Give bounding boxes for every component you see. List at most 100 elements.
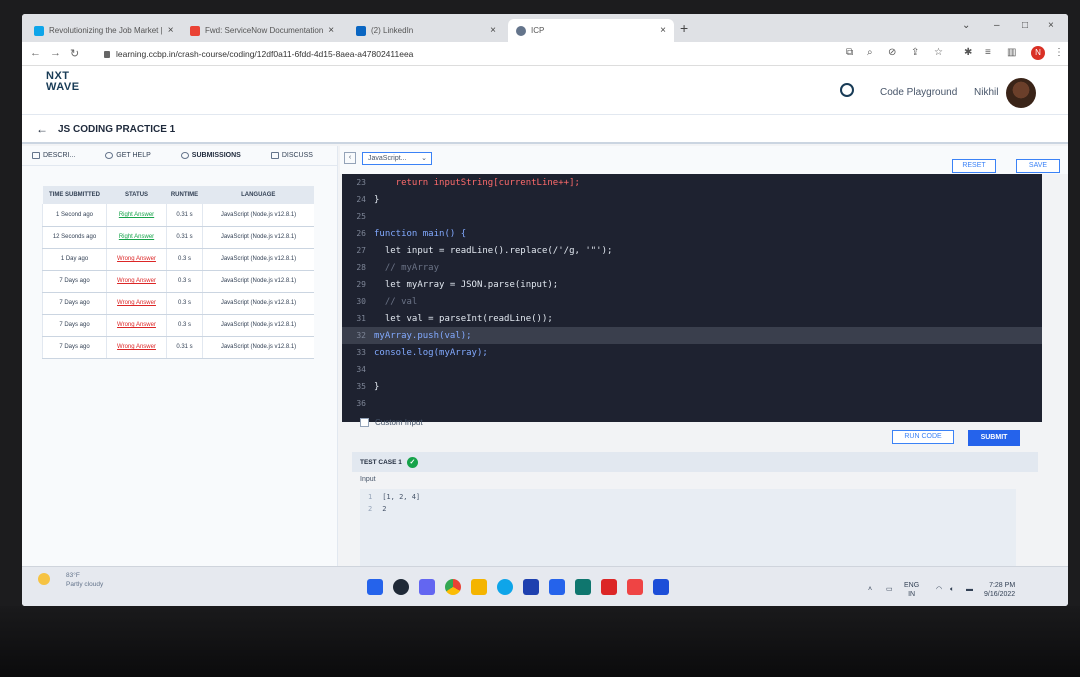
language-select[interactable]: JavaScript... ⌄ (362, 152, 432, 165)
zoom-icon[interactable]: ⌕ (867, 47, 873, 58)
left-panel: DESCRI... GET HELP SUBMISSIONS DISCUSS T… (22, 146, 338, 606)
tab-search-icon[interactable]: ⌄ (962, 20, 970, 31)
browser-tab[interactable]: Fwd: ServiceNow Documentation × (182, 19, 340, 42)
code-line[interactable]: 30 // val (342, 293, 1042, 310)
chat-icon[interactable] (419, 579, 435, 595)
close-icon[interactable]: × (660, 25, 666, 36)
profile-avatar[interactable]: N (1031, 46, 1045, 60)
cell-status[interactable]: Wrong Answer (106, 248, 167, 271)
collapse-panel-icon[interactable]: ‹ (344, 152, 356, 164)
windows-start-icon[interactable] (367, 579, 383, 595)
checkbox[interactable] (360, 418, 369, 427)
back-arrow-icon[interactable]: ← (36, 122, 48, 136)
close-icon[interactable]: × (328, 25, 334, 36)
code-text: } (374, 194, 380, 205)
open-in-app-icon[interactable]: ⧉ (846, 47, 853, 58)
code-line-highlighted[interactable]: 32 myArray.push(val); (342, 327, 1042, 344)
url-field[interactable]: learning.ccbp.in/crash-course/coding/12d… (104, 46, 644, 62)
cell-status[interactable]: Wrong Answer (106, 336, 167, 359)
tab-discuss[interactable]: DISCUSS (261, 146, 323, 165)
submit-button[interactable]: SUBMIT (968, 430, 1020, 446)
code-line[interactable]: 24 } (342, 191, 1042, 208)
close-icon[interactable]: × (490, 25, 496, 36)
code-playground-link[interactable]: Code Playground (880, 87, 957, 98)
chrome-icon[interactable] (445, 579, 461, 595)
tab-test-case-1[interactable]: TEST CASE 1 ✓ (360, 457, 418, 468)
bookmark-star-icon[interactable]: ☆ (934, 47, 943, 58)
stopwatch-icon[interactable] (840, 83, 854, 97)
office-icon[interactable] (627, 579, 643, 595)
cell-status[interactable]: Wrong Answer (106, 314, 167, 337)
language-indicator[interactable]: ENG IN (904, 581, 919, 599)
cell-status[interactable]: Right Answer (106, 226, 167, 249)
back-icon[interactable]: ← (30, 47, 41, 59)
store-icon[interactable] (523, 579, 539, 595)
edge-icon[interactable] (497, 579, 513, 595)
battery-icon[interactable]: ▬ (966, 585, 973, 594)
avatar[interactable] (1006, 78, 1036, 108)
minimize-icon[interactable]: – (994, 20, 1000, 31)
tab-get-help[interactable]: GET HELP (95, 146, 161, 165)
maximize-icon[interactable]: □ (1022, 20, 1028, 31)
save-button[interactable]: SAVE (1016, 159, 1060, 173)
mcafee-icon[interactable] (601, 579, 617, 595)
code-line[interactable]: 28 // myArray (342, 259, 1042, 276)
table-row[interactable]: 1 Second ago Right Answer 0.31 s JavaScr… (42, 204, 314, 227)
browser-tab-active[interactable]: ICP × (508, 19, 674, 42)
user-name[interactable]: Nikhil (974, 87, 998, 98)
code-line[interactable]: 25 (342, 208, 1042, 225)
code-editor[interactable]: 23 return inputString[currentLine++]; 24… (342, 174, 1042, 422)
browser-tab[interactable]: (2) LinkedIn × (348, 19, 504, 42)
cell-runtime: 0.3 s (166, 292, 203, 315)
side-panel-icon[interactable]: ▥ (1007, 47, 1016, 58)
taskbar-clock[interactable]: 7:28 PM 9/16/2022 (984, 581, 1015, 599)
table-row[interactable]: 7 Days ago Wrong Answer 0.3 s JavaScript… (42, 270, 314, 293)
nxtwave-logo[interactable]: NXT WAVE (46, 71, 80, 93)
folder-icon[interactable] (471, 579, 487, 595)
table-row[interactable]: 12 Seconds ago Right Answer 0.31 s JavaS… (42, 226, 314, 249)
table-row[interactable]: 7 Days ago Wrong Answer 0.3 s JavaScript… (42, 314, 314, 337)
chevron-up-icon[interactable]: ˄ (868, 585, 872, 594)
cell-status[interactable]: Right Answer (106, 204, 167, 227)
close-window-icon[interactable]: × (1048, 20, 1054, 31)
volume-icon[interactable]: 🔈︎ (950, 585, 954, 594)
menu-icon[interactable]: ⋮ (1054, 47, 1064, 58)
tab-description[interactable]: DESCRI... (22, 146, 85, 165)
cell-status[interactable]: Wrong Answer (106, 270, 167, 293)
new-tab-button[interactable]: + (680, 20, 688, 36)
code-line[interactable]: 31 let val = parseInt(readLine()); (342, 310, 1042, 327)
code-line[interactable]: 33 console.log(myArray); (342, 344, 1042, 361)
code-line[interactable]: 23 return inputString[currentLine++]; (342, 174, 1042, 191)
word-icon[interactable] (653, 579, 669, 595)
forward-icon[interactable]: → (50, 47, 61, 59)
table-row[interactable]: 7 Days ago Wrong Answer 0.3 s JavaScript… (42, 292, 314, 315)
mail-icon[interactable] (549, 579, 565, 595)
close-icon[interactable]: × (168, 25, 174, 36)
table-row[interactable]: 7 Days ago Wrong Answer 0.31 s JavaScrip… (42, 336, 314, 359)
code-line[interactable]: 36 (342, 395, 1042, 412)
custom-input-toggle[interactable]: Custom Input (360, 418, 423, 427)
weather-widget[interactable]: 83°F Partly cloudy (66, 571, 103, 589)
line-number: 24 (356, 195, 366, 204)
code-line[interactable]: 26 function main() { (342, 225, 1042, 242)
eye-off-icon[interactable]: ⊘ (888, 47, 896, 58)
reload-icon[interactable]: ↻ (70, 47, 79, 60)
weather-sun-icon[interactable] (38, 573, 50, 585)
tab-submissions[interactable]: SUBMISSIONS (171, 146, 251, 165)
browser-tab[interactable]: Revolutionizing the Job Market | × (26, 19, 178, 42)
table-row[interactable]: 1 Day ago Wrong Answer 0.3 s JavaScript … (42, 248, 314, 271)
cell-status[interactable]: Wrong Answer (106, 292, 167, 315)
code-line[interactable]: 27 let input = readLine().replace(/'/g, … (342, 242, 1042, 259)
run-code-button[interactable]: RUN CODE (892, 430, 954, 444)
keyboard-icon[interactable]: ▭ (886, 585, 893, 594)
code-line[interactable]: 29 let myArray = JSON.parse(input); (342, 276, 1042, 293)
search-icon[interactable] (393, 579, 409, 595)
code-line[interactable]: 35 } (342, 378, 1042, 395)
reading-list-icon[interactable]: ≡ (985, 47, 991, 58)
extensions-icon[interactable]: ✱ (964, 47, 972, 58)
code-line[interactable]: 34 (342, 361, 1042, 378)
share-icon[interactable]: ⇪ (911, 47, 919, 58)
wifi-icon[interactable]: ◠ (936, 585, 942, 594)
app-icon[interactable] (575, 579, 591, 595)
reset-button[interactable]: RESET (952, 159, 996, 173)
